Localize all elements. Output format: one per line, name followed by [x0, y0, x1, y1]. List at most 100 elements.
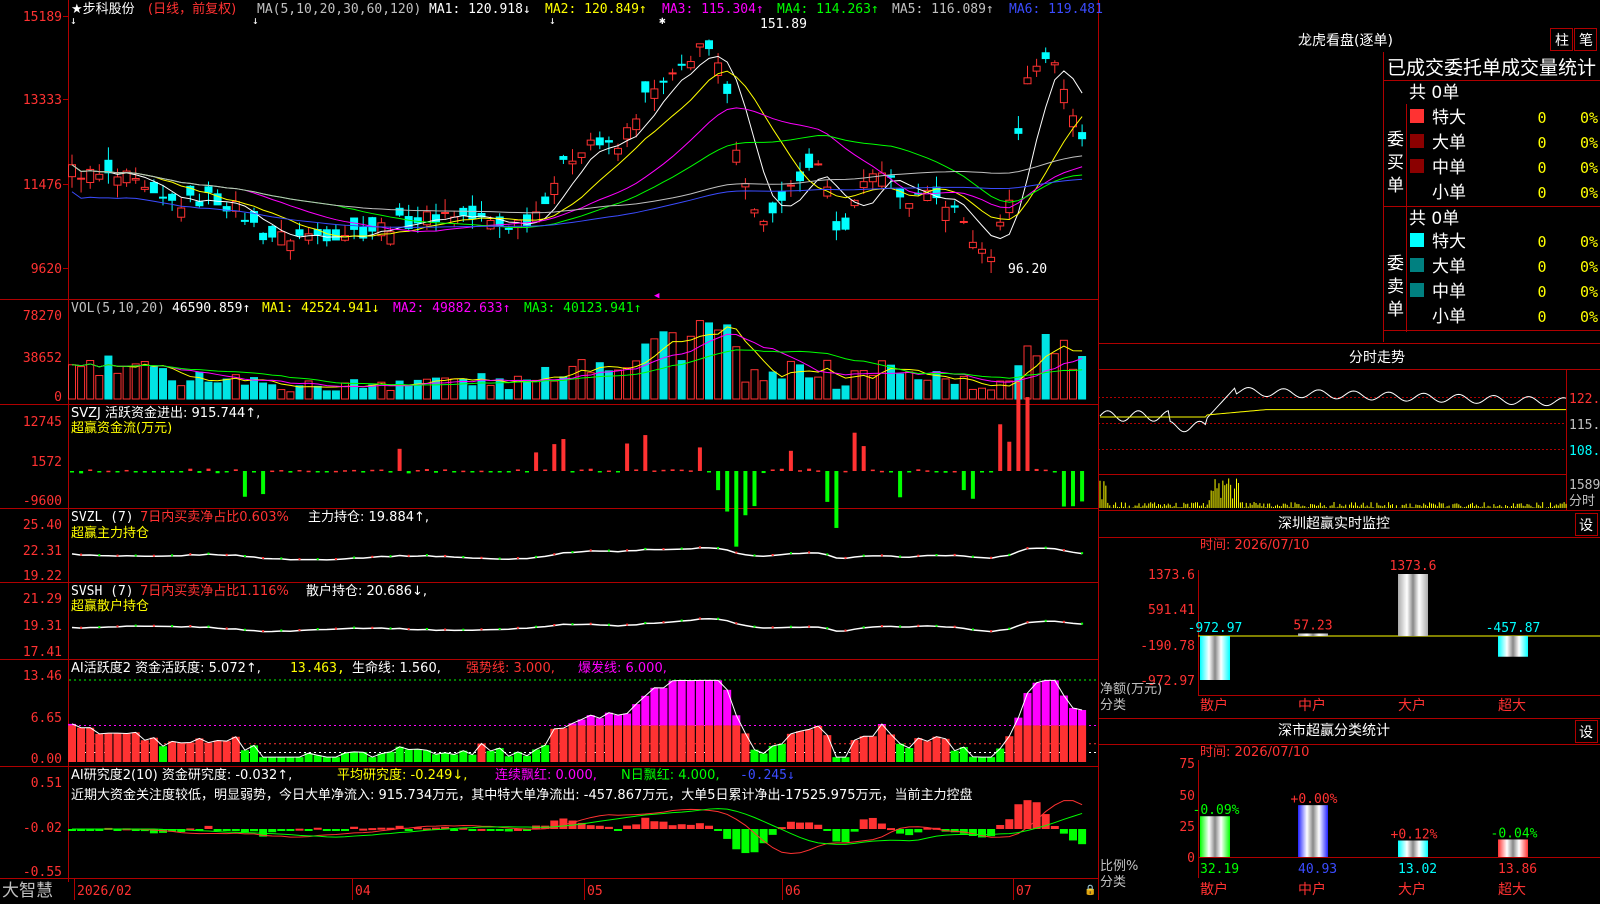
svg-text:591.41: 591.41: [1148, 603, 1195, 618]
monitor-axis-label: 分类: [1100, 698, 1126, 713]
stock-name[interactable]: ★步科股份: [71, 2, 135, 17]
volume-bar: [786, 360, 795, 400]
candle-body: [705, 40, 713, 50]
candle-body: [504, 227, 513, 230]
flow-bar: [297, 470, 302, 472]
candle-body: [304, 233, 313, 241]
volume-bar: [959, 375, 968, 400]
flow-bar: [1007, 441, 1012, 471]
date-label: 05: [587, 884, 603, 899]
flow-bar: [142, 471, 147, 473]
svg-text:单: 单: [1387, 176, 1404, 196]
flow-bar: [843, 470, 848, 473]
volume-bar: [659, 331, 668, 400]
order-count: 0: [1537, 308, 1546, 326]
flow-bar: [151, 471, 156, 473]
y-tick: 12745: [23, 415, 62, 430]
flow-bar: [170, 471, 175, 473]
y-tick: 22.31: [23, 544, 62, 559]
ai1-strong: 强势线: 3.000,: [466, 660, 555, 676]
flow-bar: [798, 470, 802, 472]
volume-bar: [122, 366, 131, 400]
flow-bar: [779, 468, 784, 471]
volume-bar: [777, 378, 786, 400]
kline-workspace[interactable]: ★步科股份 (日线，前复权) MA(5,10,20,30,60,120) MA1…: [0, 0, 1600, 901]
low-price-label: 96.20: [1008, 262, 1047, 277]
y-tick: 6.65: [31, 711, 62, 726]
flow-bar: [807, 468, 812, 471]
flow-bar: [879, 470, 884, 473]
flow-bar: [224, 471, 229, 473]
ratio-delta: +0.12%: [1391, 828, 1438, 843]
candle-body: [659, 80, 668, 83]
volume-bar: [732, 346, 741, 400]
lhb-tab[interactable]: 已成交委托单成交量统计: [1387, 57, 1596, 79]
ratio-bar: [1200, 816, 1230, 857]
flow-bar: [970, 471, 975, 499]
intraday-vol-label: 分时: [1569, 494, 1595, 509]
flow-bar: [370, 469, 375, 472]
y-tick: 17.41: [23, 645, 62, 660]
order-pct: 0%: [1580, 159, 1598, 177]
order-size-label: 中单: [1432, 158, 1466, 178]
volume-bar: [796, 364, 804, 400]
svg-text:0: 0: [1187, 851, 1195, 866]
volume-bar: [240, 384, 249, 400]
buy-total: 共 0单: [1409, 83, 1459, 103]
volume-bar: [523, 379, 531, 400]
y-tick: 21.29: [23, 592, 62, 607]
ratio-bar: [1298, 805, 1328, 857]
order-size-label: 特大: [1432, 232, 1466, 252]
monitor-time: 时间: 2026/07/10: [1200, 538, 1309, 553]
flow-bar: [561, 439, 566, 471]
candle-body: [978, 248, 986, 254]
volume-bar: [941, 378, 950, 400]
volume-bar: [541, 366, 550, 400]
svzl-y-axis: 25.40 22.31 19.22: [23, 518, 62, 584]
flow-bar: [989, 471, 994, 473]
date-label: 2026/02: [77, 884, 132, 899]
flow-bar: [952, 470, 957, 473]
flow-bar: [497, 471, 502, 473]
volume-bar: [86, 360, 95, 400]
ai2-n-red: N日飘红: 4.000,: [621, 767, 720, 783]
flow-bar: [506, 471, 511, 473]
volume-bar: [841, 385, 850, 400]
candle-body: [1050, 62, 1059, 66]
svg-text:↓: ↓: [70, 14, 77, 27]
candle-body: [841, 217, 850, 230]
volume-bar: [395, 380, 404, 400]
y-tick: 0: [54, 390, 62, 405]
y-tick: -0.02: [23, 821, 62, 836]
candle-body: [131, 178, 140, 181]
volume-bar: [677, 360, 686, 400]
stats-settings-label: 设: [1579, 725, 1593, 741]
flow-bar: [461, 470, 466, 473]
flow-bar: [916, 469, 921, 471]
flow-bar: [552, 444, 557, 471]
volume-bar: [222, 378, 231, 400]
ratio-value: 32.19: [1200, 862, 1239, 877]
order-pct: 0%: [1580, 308, 1598, 326]
order-count: 0: [1537, 184, 1546, 202]
flow-bar: [352, 469, 357, 472]
intraday-y-tick: 115.5: [1569, 418, 1600, 433]
y-tick: 19.31: [23, 619, 62, 634]
candle-body: [77, 177, 86, 180]
volume-bar: [386, 389, 395, 400]
svzj-label: SVZJ 活跃资金进出: 915.744↑,: [71, 405, 260, 421]
y-tick: 25.40: [23, 518, 62, 533]
candle-body: [695, 43, 704, 48]
volume-bar: [313, 385, 322, 400]
svg-text:75: 75: [1179, 757, 1195, 772]
candle-body: [859, 181, 868, 189]
flow-bar: [898, 471, 903, 498]
flow-bar: [361, 471, 366, 473]
candle-body: [1032, 65, 1041, 72]
net-amount-label: -972.97: [1188, 621, 1243, 636]
candle-body: [1078, 132, 1087, 140]
ai2-summary: 近期大资金关注度较低，明显弱势，今日大单净流入: 915.734万元，其中特大单…: [71, 787, 973, 803]
candle-body: [568, 160, 577, 165]
candle-body: [204, 186, 213, 193]
net-amount-bar: [1200, 636, 1230, 680]
